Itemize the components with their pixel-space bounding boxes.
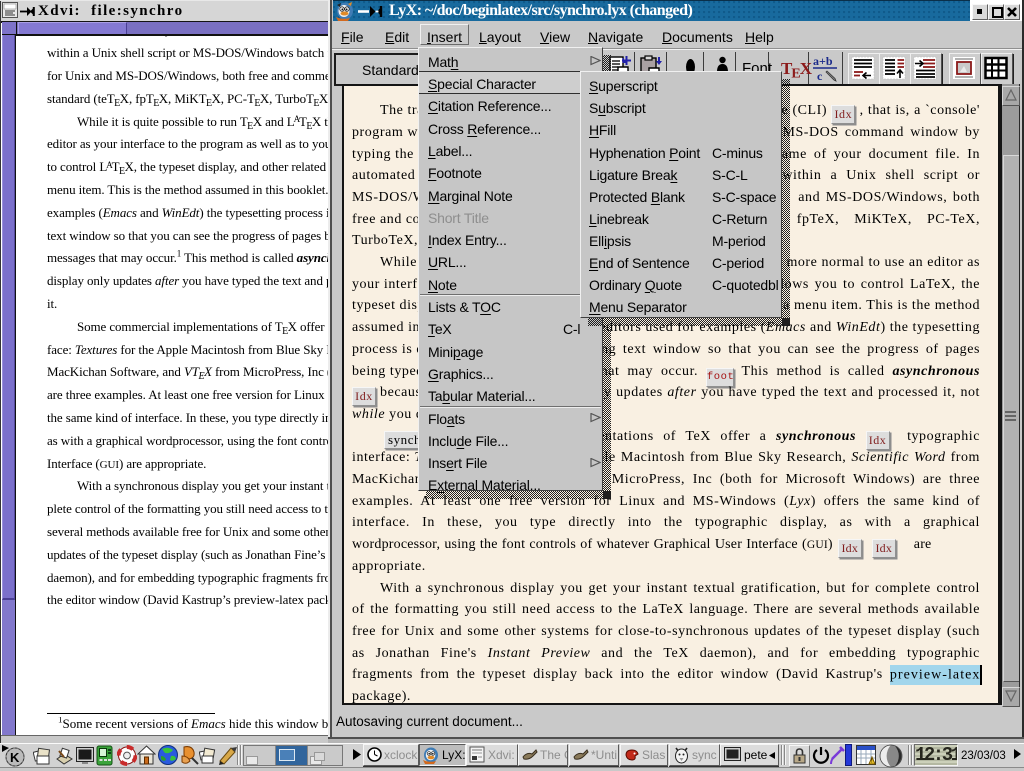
- svg-text:K: K: [10, 750, 20, 765]
- svg-text:a+b: a+b: [813, 54, 833, 68]
- svg-text:c: c: [817, 69, 823, 82]
